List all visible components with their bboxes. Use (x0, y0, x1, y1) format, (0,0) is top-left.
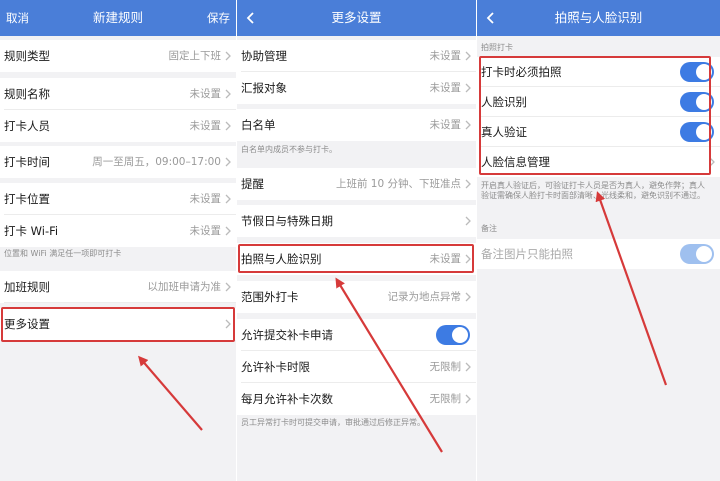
arrow-to-more-settings (138, 355, 203, 431)
annotation-arrows (138, 191, 668, 453)
arrow-to-photo-face (335, 277, 443, 453)
arrow-to-photo-options (595, 191, 668, 386)
